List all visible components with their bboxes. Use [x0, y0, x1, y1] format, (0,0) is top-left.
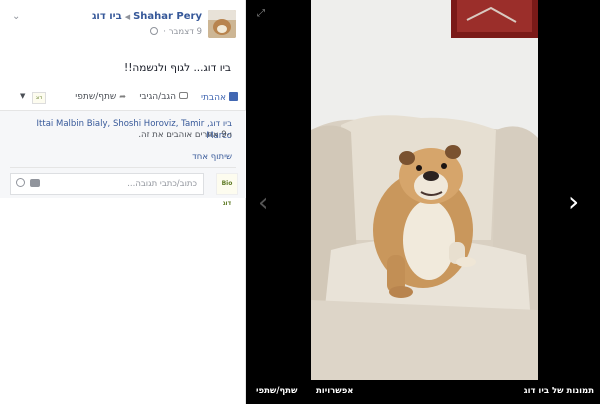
album-link[interactable]: תמונות של ביו דוג	[524, 386, 594, 396]
post-author-line: Shahar Pery◀ביו דוג	[92, 11, 202, 22]
post-header: ⌄ Shahar Pery◀ביו דוג 9 דצמבר ·	[0, 8, 246, 42]
bulldog-on-sofa-image	[311, 0, 538, 380]
shares-count[interactable]: שיתוף אחד	[192, 152, 232, 162]
fullscreen-icon[interactable]: ⤢	[257, 8, 265, 19]
post-panel: ⌄ Shahar Pery◀ביו דוג 9 דצמבר · ביו דוג.…	[0, 0, 246, 404]
page-name[interactable]: ביו דוג	[92, 11, 122, 22]
share-arrow-icon: ➦	[119, 92, 126, 101]
viewer-share-button[interactable]: שתף/שתפי	[256, 386, 297, 396]
post-date[interactable]: 9 דצמבר	[169, 27, 202, 37]
author-name[interactable]: Shahar Pery	[133, 11, 202, 22]
post-meta: 9 דצמבר ·	[149, 27, 202, 37]
arrow-icon: ◀	[124, 13, 131, 21]
likes-box: ביו דוג, Ittai Malbin Bialy, Shoshi Horo…	[0, 110, 246, 207]
photo-viewer: ⤢ ‹ › תמונות של ביו דוג אפשרויות שתף/שתפ…	[246, 0, 600, 404]
chevron-down-icon[interactable]: ⌄	[12, 12, 24, 22]
comment-icon	[179, 92, 188, 99]
page-selector-avatar[interactable]: דוג	[32, 92, 46, 104]
like-label: אהבתי	[200, 93, 226, 103]
divider	[10, 167, 236, 168]
caret-down-icon[interactable]: ▼	[20, 92, 25, 100]
camera-icon[interactable]	[30, 179, 40, 187]
comment-row: כתוב/כתבי תגובה... Bio דוג	[10, 173, 238, 207]
post-actions: אהבתי הגב/הגיבי ➦שתף/שתפי דוג ▼	[10, 92, 238, 106]
post-text: ביו דוג... לגוף ולנשמה!!	[124, 62, 231, 74]
commenter-avatar: Bio דוג	[216, 173, 238, 207]
likers-others[interactable]: ו-9 אחרים אוהבים את זה.	[138, 130, 232, 140]
thumbs-up-icon	[229, 92, 238, 101]
share-button[interactable]: ➦שתף/שתפי	[75, 92, 126, 102]
comment-label: הגב/הגיבי	[139, 92, 176, 102]
previous-photo-arrow-icon[interactable]: ‹	[258, 186, 278, 220]
options-button[interactable]: אפשרויות	[316, 386, 354, 396]
comment-button[interactable]: הגב/הגיבי	[139, 92, 188, 102]
main-photo	[311, 0, 538, 380]
viewer-bottom-bar: תמונות של ביו דוג אפשרויות שתף/שתפי	[246, 378, 600, 404]
share-label: שתף/שתפי	[75, 92, 117, 102]
next-photo-arrow-icon[interactable]: ›	[568, 184, 590, 220]
author-avatar[interactable]	[208, 10, 236, 38]
like-button[interactable]: אהבתי	[201, 92, 238, 103]
globe-icon	[149, 27, 158, 35]
emoji-icon[interactable]	[16, 178, 25, 187]
meta-dot: ·	[163, 27, 166, 37]
